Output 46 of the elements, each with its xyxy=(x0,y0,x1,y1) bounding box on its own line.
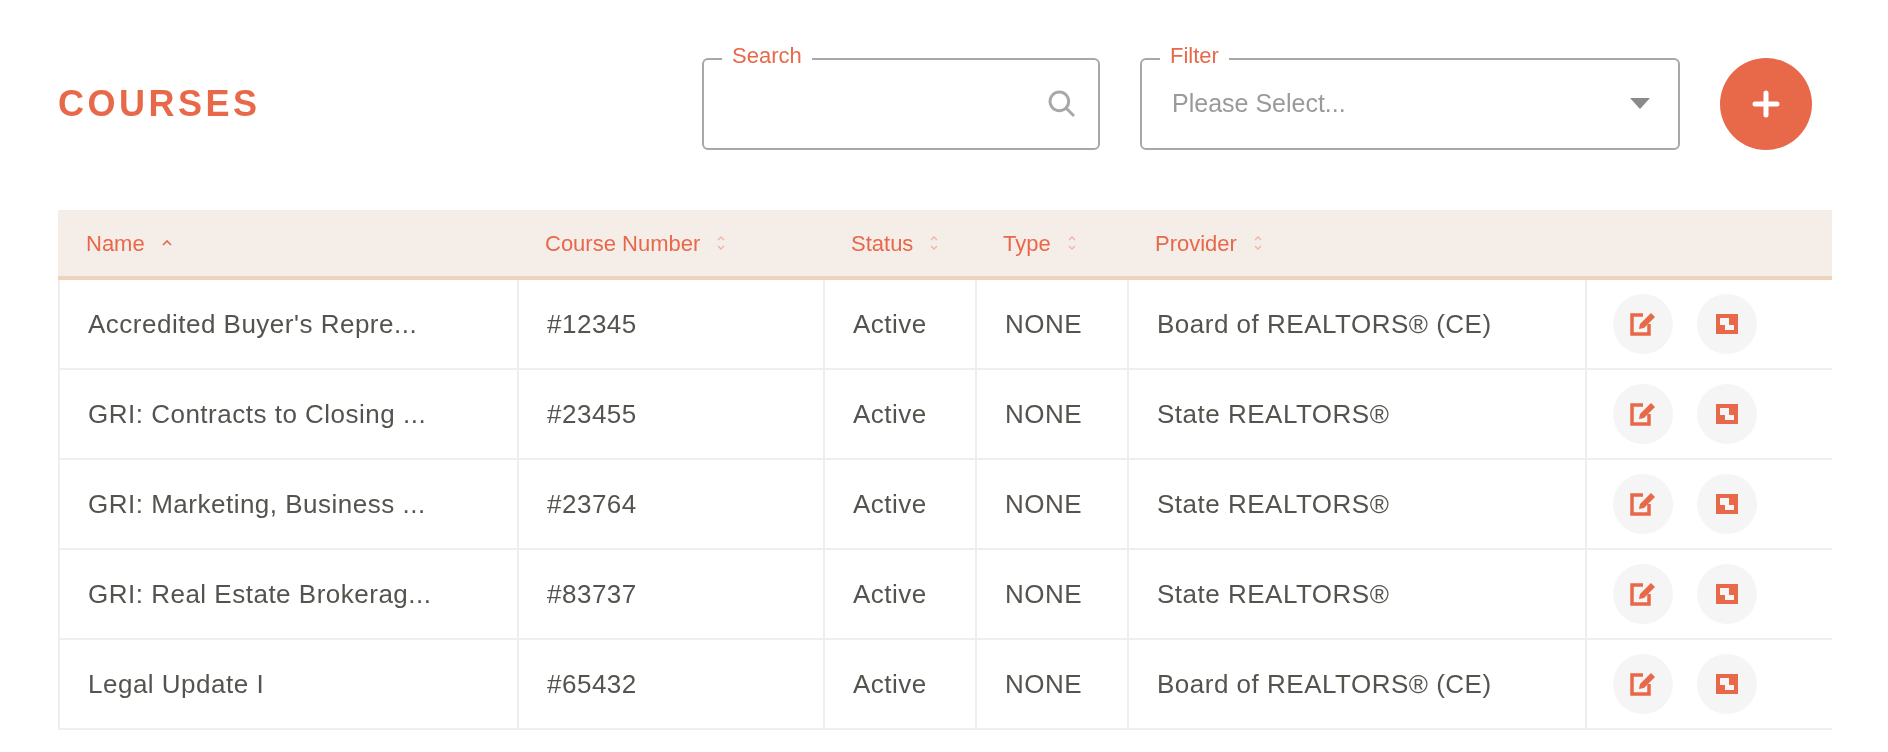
table-cell-text: Active xyxy=(853,397,927,431)
table-cell-text: #23764 xyxy=(547,487,637,521)
window-icon xyxy=(1714,492,1740,516)
edit-icon xyxy=(1629,401,1657,427)
column-header[interactable]: Provider xyxy=(1155,226,1237,260)
edit-icon xyxy=(1629,581,1657,607)
table-cell-text: State REALTORS® xyxy=(1157,487,1390,521)
window-icon xyxy=(1714,582,1740,606)
column-header[interactable]: Course Number xyxy=(545,226,701,260)
plus-icon xyxy=(1752,90,1780,118)
edit-icon xyxy=(1629,311,1657,337)
table-cell-text: #23455 xyxy=(547,397,637,431)
column-header[interactable]: Type xyxy=(1003,226,1051,260)
sort-ascending-icon[interactable] xyxy=(160,239,173,247)
edit-icon xyxy=(1629,671,1657,697)
table-cell-text: #65432 xyxy=(547,667,637,701)
table-cell-text: Active xyxy=(853,487,927,521)
table-cell-text: NONE xyxy=(1005,487,1083,521)
edit-icon xyxy=(1629,491,1657,517)
table-cell-text: State REALTORS® xyxy=(1157,577,1390,611)
table-cell-text: State REALTORS® xyxy=(1157,397,1390,431)
table-cell-text: Legal Update I xyxy=(88,667,265,701)
window-icon xyxy=(1714,312,1740,336)
table-cell-text: #83737 xyxy=(547,577,637,611)
table-cell-text: NONE xyxy=(1005,667,1083,701)
table-cell-text: NONE xyxy=(1005,577,1083,611)
page-title: COURSES xyxy=(58,82,262,126)
window-icon xyxy=(1714,402,1740,426)
table-cell-text: NONE xyxy=(1005,307,1083,341)
table-cell-text: #12345 xyxy=(547,307,637,341)
table-cell-text: Active xyxy=(853,307,927,341)
column-header[interactable]: Status xyxy=(851,226,914,260)
column-header[interactable]: Name xyxy=(86,226,145,260)
table-cell-text: GRI: Real Estate Brokerag... xyxy=(88,577,432,611)
table-cell-text: Board of REALTORS® (CE) xyxy=(1157,307,1492,341)
filter-placeholder: Please Select... xyxy=(1172,88,1346,120)
table-cell-text: Board of REALTORS® (CE) xyxy=(1157,667,1492,701)
table-cell-text: Accredited Buyer's Repre... xyxy=(88,307,418,341)
table-cell-text: Active xyxy=(853,667,927,701)
window-icon xyxy=(1714,672,1740,696)
table-cell-text: GRI: Contracts to Closing ... xyxy=(88,397,427,431)
table-cell-text: Active xyxy=(853,577,927,611)
search-icon[interactable] xyxy=(1046,88,1078,120)
table-cell-text: NONE xyxy=(1005,397,1083,431)
table-cell-text: GRI: Marketing, Business ... xyxy=(88,487,426,521)
dropdown-caret-icon[interactable] xyxy=(1630,98,1650,110)
